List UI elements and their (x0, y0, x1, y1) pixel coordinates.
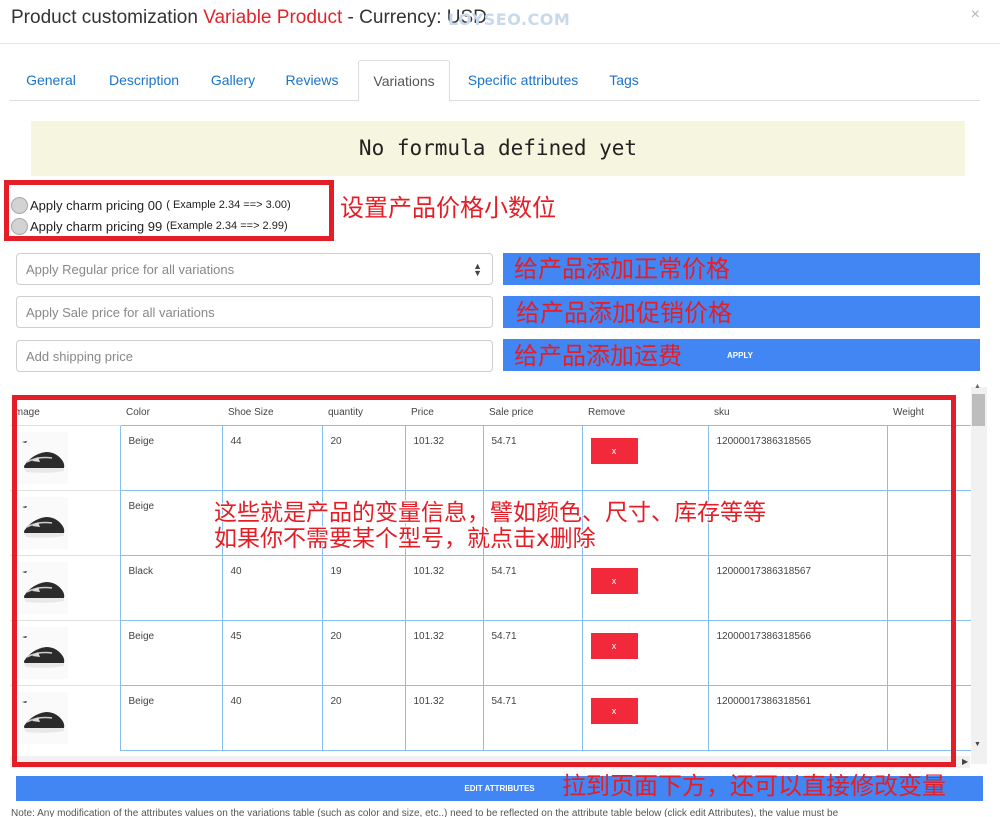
tab-tags[interactable]: Tags (600, 60, 648, 101)
charm-option-00[interactable]: Apply charm pricing 00 ( Example 2.34 ==… (11, 195, 291, 215)
annotation-sale: 给产品添加促销价格 (516, 299, 732, 327)
close-icon[interactable]: × (971, 6, 980, 24)
annotation-charm: 设置产品价格小数位 (340, 194, 556, 222)
scroll-down-icon[interactable]: ▼ (974, 741, 981, 748)
tab-description[interactable]: Description (98, 60, 190, 101)
charm-99-radio[interactable] (11, 217, 28, 235)
charm-99-label: Apply charm pricing 99 (30, 218, 163, 234)
tab-gallery[interactable]: Gallery (202, 60, 264, 101)
annotation-shipping: 给产品添加运费 (514, 342, 682, 370)
annotation-table-line1: 这些就是产品的变量信息，譬如颜色、尺寸、库存等等 (214, 500, 766, 526)
charm-00-label: Apply charm pricing 00 (30, 197, 163, 213)
title-prefix: Product customization (11, 7, 204, 28)
formula-banner: No formula defined yet (31, 121, 965, 176)
charm-00-radio[interactable] (11, 196, 28, 214)
watermark: LOYSEO.COM (448, 10, 571, 29)
tab-bar: General Description Gallery Reviews Vari… (10, 60, 980, 102)
tab-reviews[interactable]: Reviews (278, 60, 346, 101)
note-text: Note: Any modification of the attributes… (11, 808, 839, 817)
annotation-regular: 给产品添加正常价格 (514, 255, 730, 283)
tab-variations[interactable]: Variations (358, 60, 450, 102)
annotation-table-line2: 如果你不需要某个型号，就点击x删除 (214, 526, 596, 552)
charm-option-99[interactable]: Apply charm pricing 99 (Example 2.34 ==>… (11, 216, 288, 236)
shipping-price-input[interactable] (17, 341, 492, 371)
regular-price-field[interactable]: ▲▼ (16, 253, 493, 285)
stepper-icon[interactable]: ▲ ▼ (473, 262, 482, 278)
charm-00-example: ( Example 2.34 ==> 3.00) (166, 199, 291, 211)
sale-price-input[interactable] (17, 297, 492, 327)
scroll-right-icon[interactable]: ▶ (962, 757, 968, 766)
modal-title: Product customization Variable Product -… (11, 7, 487, 29)
product-type: Variable Product (203, 7, 343, 28)
modal-header: Product customization Variable Product -… (0, 0, 1000, 44)
regular-price-input[interactable] (17, 254, 492, 284)
tab-specific-attributes[interactable]: Specific attributes (458, 60, 588, 101)
scroll-up-icon[interactable]: ▲ (974, 383, 981, 390)
scrollbar-thumb[interactable] (972, 394, 985, 426)
sale-price-field[interactable] (16, 296, 493, 328)
charm-99-example: (Example 2.34 ==> 2.99) (166, 220, 288, 232)
vertical-scrollbar[interactable] (971, 387, 987, 764)
tab-general[interactable]: General (14, 60, 88, 101)
apply-label[interactable]: APPLY (727, 351, 753, 360)
shipping-price-field[interactable] (16, 340, 493, 372)
annotation-bottom: 拉到页面下方，还可以直接修改变量 (562, 772, 946, 800)
table-highlight-box (12, 395, 956, 767)
